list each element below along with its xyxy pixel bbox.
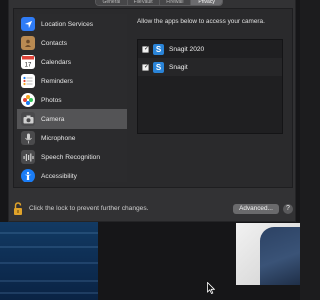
mouse-pointer-icon bbox=[207, 282, 215, 294]
sidebar-item-camera[interactable]: Camera bbox=[17, 109, 127, 129]
sidebar-item-label: Microphone bbox=[41, 134, 76, 142]
advanced-button[interactable]: Advanced... bbox=[233, 204, 279, 214]
sidebar-item-microphone[interactable]: Microphone bbox=[17, 128, 127, 148]
sidebar-item-photos[interactable]: Photos bbox=[17, 90, 127, 110]
camera-icon bbox=[21, 112, 35, 126]
snagit-icon: S bbox=[153, 43, 164, 55]
sidebar-item-label: Reminders bbox=[41, 77, 73, 85]
tab-filevault[interactable]: FileVault bbox=[127, 0, 160, 5]
waveform-icon bbox=[21, 150, 35, 164]
sidebar-item-label: Camera bbox=[41, 115, 65, 123]
contacts-book-icon bbox=[21, 36, 35, 50]
sidebar-item-label: Speech Recognition bbox=[41, 153, 101, 161]
tab-privacy[interactable]: Privacy bbox=[191, 0, 222, 5]
list-item[interactable]: ✓ S Snagit 2020 bbox=[138, 40, 282, 58]
accessibility-person-icon bbox=[21, 169, 35, 182]
snagit-icon: S bbox=[153, 61, 164, 73]
sidebar-item-label: Photos bbox=[41, 96, 62, 104]
sidebar-item-label: Location Services bbox=[41, 20, 94, 28]
photos-flower-icon bbox=[21, 93, 35, 107]
app-permission-checkbox[interactable]: ✓ bbox=[142, 63, 149, 71]
camera-app-list[interactable]: ✓ S Snagit 2020 ✓ S Snagit bbox=[137, 39, 283, 134]
location-arrow-icon bbox=[21, 17, 35, 31]
app-permission-checkbox[interactable]: ✓ bbox=[142, 45, 149, 53]
sidebar-item-label: Accessibility bbox=[41, 172, 77, 180]
microphone-icon bbox=[21, 131, 35, 145]
pane-description: Allow the apps below to access your came… bbox=[137, 18, 265, 25]
privacy-sidebar[interactable]: Location Services Contacts 17 Calendars … bbox=[17, 14, 127, 182]
sidebar-item-label: Calendars bbox=[41, 58, 72, 66]
lock-icon[interactable] bbox=[12, 202, 24, 216]
sidebar-item-accessibility[interactable]: Accessibility bbox=[17, 166, 127, 182]
sidebar-item-contacts[interactable]: Contacts bbox=[17, 33, 127, 53]
sidebar-item-label: Contacts bbox=[41, 39, 68, 47]
reminders-list-icon bbox=[21, 74, 35, 88]
sidebar-item-reminders[interactable]: Reminders bbox=[17, 71, 127, 91]
person-figure bbox=[260, 227, 300, 285]
lock-status-text: Click the lock to prevent further change… bbox=[29, 205, 149, 212]
sidebar-item-calendars[interactable]: 17 Calendars bbox=[17, 52, 127, 72]
app-name: Snagit bbox=[169, 63, 188, 71]
preferences-tab-bar: General FileVault Firewall Privacy bbox=[95, 0, 223, 6]
list-item[interactable]: ✓ S Snagit bbox=[138, 58, 282, 76]
desktop-photo bbox=[236, 223, 300, 285]
camera-permissions-pane: Allow the apps below to access your came… bbox=[135, 14, 285, 182]
sidebar-item-speech-recognition[interactable]: Speech Recognition bbox=[17, 147, 127, 167]
ocean-wallpaper bbox=[0, 222, 98, 300]
calendar-icon: 17 bbox=[21, 55, 35, 69]
tab-general[interactable]: General bbox=[96, 0, 128, 5]
help-button[interactable]: ? bbox=[283, 204, 293, 214]
sidebar-item-location-services[interactable]: Location Services bbox=[17, 14, 127, 34]
app-name: Snagit 2020 bbox=[169, 45, 205, 53]
svg-text:17: 17 bbox=[25, 63, 32, 69]
tab-firewall[interactable]: Firewall bbox=[159, 0, 192, 5]
security-privacy-window: General FileVault Firewall Privacy Locat… bbox=[8, 0, 296, 222]
